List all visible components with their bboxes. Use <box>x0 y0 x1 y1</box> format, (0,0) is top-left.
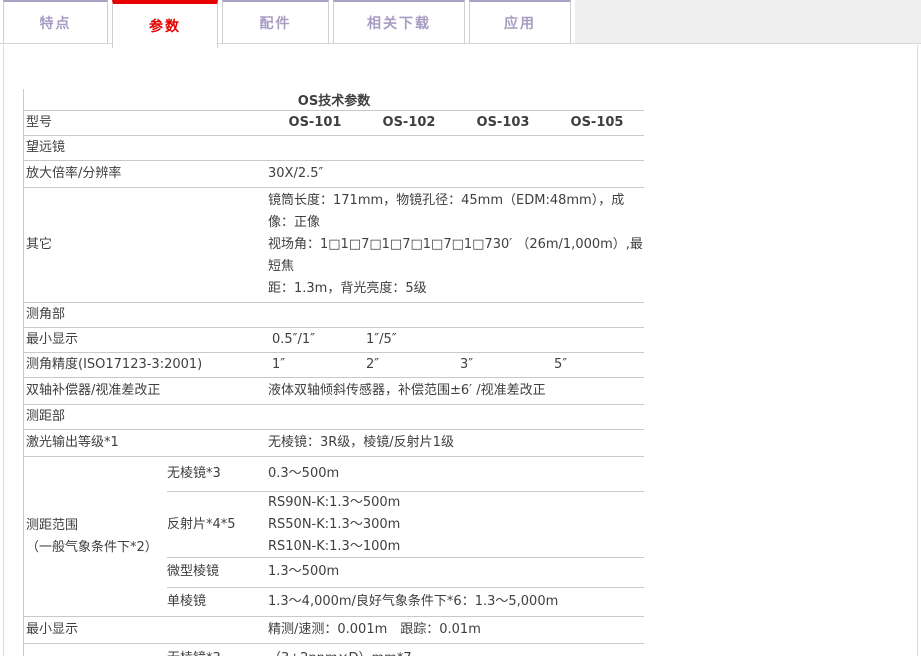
row-label: 其它 <box>24 188 268 302</box>
row-label: 双轴补偿器/视准差改正 <box>24 378 268 404</box>
tab-bar-filler <box>575 0 921 44</box>
group-label-line: 测距范围 <box>26 515 163 537</box>
subrow-label: 微型棱镜 <box>167 558 268 587</box>
column-value: 5″ <box>550 353 644 377</box>
tab-bar: 特点 参数 配件 相关下载 应用 <box>0 0 921 44</box>
table-title-row: OS技术参数 <box>24 89 644 111</box>
spec-table: OS技术参数型号OS-101OS-102OS-103OS-105望远镜放大倍率/… <box>23 89 644 656</box>
table-row: 双轴补偿器/视准差改正液体双轴倾斜传感器，补偿范围±6′ /视准差改正 <box>24 378 644 405</box>
section-label: 望远镜 <box>24 136 644 160</box>
row-label: 最小显示 <box>24 328 268 352</box>
group-subrows: 无棱镜*3（3+2ppm×D）mm*7反射片*4（3+2ppm×D）mm棱镜（2… <box>167 644 644 656</box>
group-subrow: 无棱镜*30.3～500m <box>167 457 644 491</box>
tab-features[interactable]: 特点 <box>3 0 108 44</box>
column-value: OS-105 <box>550 111 644 135</box>
column-value: 2″ <box>362 353 456 377</box>
subrow-value: RS90N-K:1.3～500mRS50N-K:1.3～300mRS10N-K:… <box>268 492 644 557</box>
row-value: 镜筒长度：171mm，物镜孔径：45mm（EDM:48mm），成像：正像视场角：… <box>268 188 644 302</box>
row-label: 激光输出等级*1 <box>24 430 268 456</box>
tab-parameters[interactable]: 参数 <box>112 0 218 48</box>
table-section-row: 测角部 <box>24 303 644 328</box>
tab-downloads[interactable]: 相关下载 <box>333 0 465 44</box>
value-text: RS10N-K:1.3～100m <box>268 536 644 558</box>
value-text: 1.3～4,000m/良好气象条件下*6：1.3～5,000m <box>268 591 644 613</box>
group-subrows: 无棱镜*30.3～500m反射片*4*5RS90N-K:1.3～500mRS50… <box>167 457 644 616</box>
value-text: RS90N-K:1.3～500m <box>268 492 644 514</box>
tab-label: 相关下载 <box>367 13 431 33</box>
value-text: RS50N-K:1.3～300m <box>268 514 644 536</box>
content-panel: OS技术参数型号OS-101OS-102OS-103OS-105望远镜放大倍率/… <box>3 45 918 656</box>
value-text: 0.3～500m <box>268 463 644 485</box>
subrow-label: 反射片*4*5 <box>167 492 268 557</box>
column-value: OS-101 <box>268 111 362 135</box>
row-label: 测角精度(ISO17123-3:2001) <box>24 353 268 377</box>
subrow-label: 无棱镜*3 <box>167 457 268 491</box>
tab-label: 参数 <box>149 16 181 36</box>
column-value: 1″/5″ <box>362 328 456 352</box>
table-row: 其它镜筒长度：171mm，物镜孔径：45mm（EDM:48mm），成像：正像视场… <box>24 188 644 303</box>
column-value <box>550 328 644 352</box>
table-row: 放大倍率/分辨率30X/2.5″ <box>24 161 644 188</box>
value-text: 1.3～500m <box>268 561 644 583</box>
group-label-line: （一般气象条件下*2） <box>26 537 163 559</box>
row-label: 型号 <box>24 111 268 135</box>
page: 特点 参数 配件 相关下载 应用 OS技术参数型号OS-101OS-102OS-… <box>0 0 921 656</box>
table-title: OS技术参数 <box>298 90 370 109</box>
table-group-row: 测距精度*2（ISO17123-4:2001）无棱镜*3（3+2ppm×D）mm… <box>24 644 644 656</box>
group-subrow: 反射片*4*5RS90N-K:1.3～500mRS50N-K:1.3～300mR… <box>167 491 644 557</box>
table-group-row: 测距范围（一般气象条件下*2）无棱镜*30.3～500m反射片*4*5RS90N… <box>24 457 644 617</box>
column-value: 1″ <box>268 353 362 377</box>
column-value: 0.5″/1″ <box>268 328 362 352</box>
value-text: （3+2ppm×D）mm*7 <box>268 648 644 656</box>
value-text: 精测/速测：0.001m 跟踪：0.01m <box>268 619 644 641</box>
subrow-value: （3+2ppm×D）mm*7 <box>268 644 644 656</box>
table-section-row: 望远镜 <box>24 136 644 161</box>
table-section-row: 测距部 <box>24 405 644 430</box>
value-text: 液体双轴倾斜传感器，补偿范围±6′ /视准差改正 <box>268 380 644 402</box>
table-row: 最小显示0.5″/1″1″/5″ <box>24 328 644 353</box>
table-row: 激光输出等级*1无棱镜：3R级，棱镜/反射片1级 <box>24 430 644 457</box>
spec-table-body: OS技术参数型号OS-101OS-102OS-103OS-105望远镜放大倍率/… <box>24 89 644 656</box>
group-label: 测距精度*2（ISO17123-4:2001） <box>24 644 167 656</box>
column-value <box>456 328 550 352</box>
subrow-value: 1.3～500m <box>268 558 644 587</box>
column-value: OS-102 <box>362 111 456 135</box>
tab-applications[interactable]: 应用 <box>469 0 571 44</box>
tab-label: 配件 <box>260 13 292 33</box>
value-text: 30X/2.5″ <box>268 163 644 185</box>
group-subrow: 无棱镜*3（3+2ppm×D）mm*7 <box>167 644 644 656</box>
section-label: 测距部 <box>24 405 644 429</box>
tab-label: 特点 <box>40 13 72 33</box>
group-label: 测距范围（一般气象条件下*2） <box>24 457 167 616</box>
value-text: 距：1.3m，背光亮度：5级 <box>268 278 644 300</box>
table-row: 测角精度(ISO17123-3:2001)1″2″3″5″ <box>24 353 644 378</box>
column-value: OS-103 <box>456 111 550 135</box>
row-value: 30X/2.5″ <box>268 161 644 187</box>
subrow-label: 单棱镜 <box>167 588 268 617</box>
group-subrow: 微型棱镜1.3～500m <box>167 557 644 587</box>
section-label: 测角部 <box>24 303 644 327</box>
row-value: 精测/速测：0.001m 跟踪：0.01m <box>268 617 644 643</box>
subrow-label: 无棱镜*3 <box>167 644 268 656</box>
row-value: 液体双轴倾斜传感器，补偿范围±6′ /视准差改正 <box>268 378 644 404</box>
subrow-value: 1.3～4,000m/良好气象条件下*6：1.3～5,000m <box>268 588 644 617</box>
table-row: 型号OS-101OS-102OS-103OS-105 <box>24 111 644 136</box>
tab-label: 应用 <box>504 13 536 33</box>
value-text: 视场角：1□1□7□1□7□1□7□1□730′ （26m/1,000m）,最短… <box>268 234 644 278</box>
value-text: 镜筒长度：171mm，物镜孔径：45mm（EDM:48mm），成像：正像 <box>268 190 644 234</box>
table-row: 最小显示精测/速测：0.001m 跟踪：0.01m <box>24 617 644 644</box>
tab-accessories[interactable]: 配件 <box>222 0 329 44</box>
row-label: 最小显示 <box>24 617 268 643</box>
row-label: 放大倍率/分辨率 <box>24 161 268 187</box>
subrow-value: 0.3～500m <box>268 457 644 491</box>
row-value: 无棱镜：3R级，棱镜/反射片1级 <box>268 430 644 456</box>
value-text: 无棱镜：3R级，棱镜/反射片1级 <box>268 432 644 454</box>
group-subrow: 单棱镜1.3～4,000m/良好气象条件下*6：1.3～5,000m <box>167 587 644 617</box>
column-value: 3″ <box>456 353 550 377</box>
